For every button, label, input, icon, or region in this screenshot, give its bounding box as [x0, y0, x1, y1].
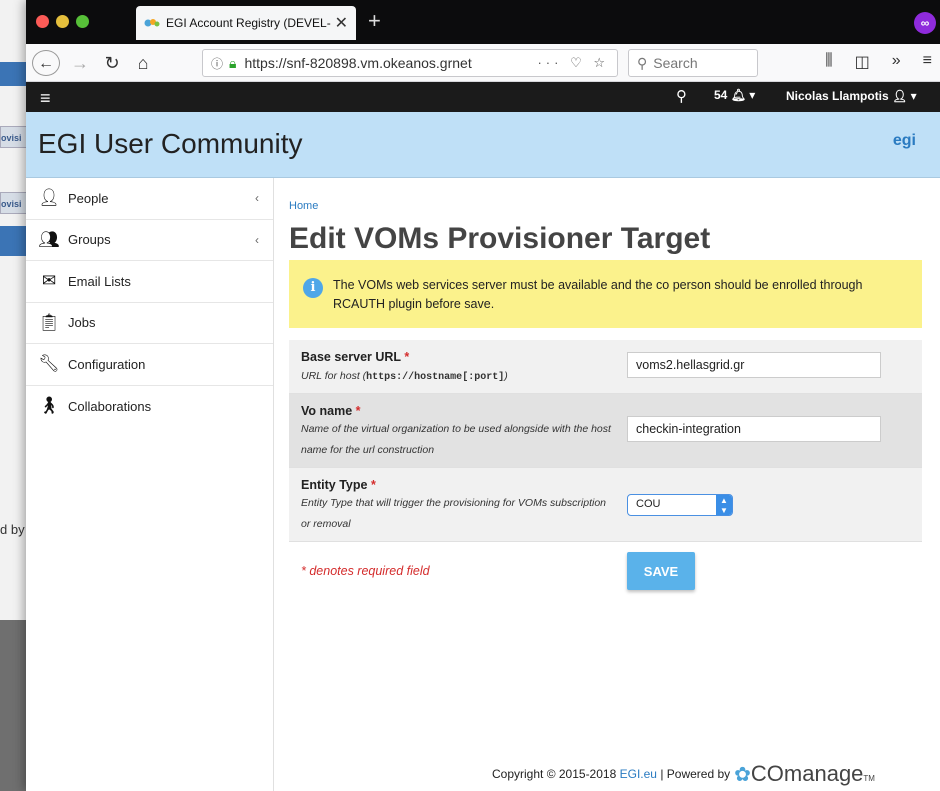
- field-label: Vo name *: [301, 404, 361, 418]
- notification-count: 54: [714, 88, 728, 102]
- sidebar-item-email-lists[interactable]: ✉ Email Lists: [26, 261, 273, 303]
- url-bar[interactable]: ⓘ 🔒︎ https://snf-820898.vm.okeanos.grnet…: [202, 49, 618, 77]
- entity-type-select[interactable]: COU ▲ ▼: [627, 494, 733, 516]
- powered-by-text: | Powered by: [660, 767, 731, 781]
- sidebar-toggle-icon[interactable]: ◫: [855, 52, 870, 72]
- sidebar-item-collaborations[interactable]: 🚶︎ Collaborations: [26, 386, 273, 428]
- base-url-input[interactable]: voms2.hellasgrid.gr: [627, 352, 881, 378]
- breadcrumb-home[interactable]: Home: [289, 200, 318, 212]
- app-search-icon[interactable]: ⚲: [676, 87, 687, 105]
- window-maximize-button[interactable]: [76, 15, 89, 28]
- vo-name-input[interactable]: checkin-integration: [627, 416, 881, 442]
- background-text: d by: [0, 522, 25, 537]
- site-info-icon[interactable]: ⓘ: [211, 55, 223, 72]
- sidebar: 👤︎ People ‹ 👥︎ Groups ‹ ✉ Email Lists 📋︎…: [26, 178, 274, 791]
- entity-type-value: COU: [636, 498, 661, 510]
- select-arrows-icon: ▲ ▼: [716, 495, 732, 515]
- wrench-icon: 🔧︎: [38, 354, 60, 374]
- reload-button[interactable]: ↻: [102, 50, 122, 76]
- field-label: Entity Type *: [301, 478, 376, 492]
- page-actions[interactable]: ··· ♡ ☆: [537, 55, 609, 71]
- tab-bar: EGI Account Registry (DEVEL-3 ✕ + ∞: [26, 0, 940, 44]
- chevron-left-icon: ‹: [255, 232, 259, 247]
- browser-tools: ⫼ ◫ » ≡: [825, 52, 932, 72]
- footer: Copyright © 2015-2018 EGI.eu | Powered b…: [492, 761, 875, 787]
- search-icon: ⚲: [637, 54, 648, 71]
- app-top-bar: ≡ ⚲ 54 🔔︎ ▾ Nicolas Llampotis 👤︎ ▾: [26, 82, 940, 112]
- sidebar-item-configuration[interactable]: 🔧︎ Configuration: [26, 344, 273, 386]
- sidebar-item-label: Jobs: [68, 315, 96, 331]
- forward-button[interactable]: →: [70, 50, 90, 76]
- sidebar-item-label: Configuration: [68, 356, 146, 372]
- collaboration-icon: 🚶︎: [38, 396, 60, 416]
- window-close-button[interactable]: [36, 15, 49, 28]
- page-body: 👤︎ People ‹ 👥︎ Groups ‹ ✉ Email Lists 📋︎…: [26, 178, 940, 791]
- overflow-icon[interactable]: »: [892, 52, 901, 72]
- user-icon: 👤︎: [892, 89, 908, 103]
- main-content: Home Edit VOMs Provisioner Target i The …: [289, 178, 922, 791]
- private-browsing-icon: ∞: [914, 12, 936, 34]
- tab-close-icon[interactable]: ✕: [335, 13, 348, 33]
- info-alert: i The VOMs web services server must be a…: [289, 260, 922, 328]
- field-entity-type: Entity Type * Entity Type that will trig…: [289, 468, 922, 542]
- sidebar-item-label: Email Lists: [68, 273, 131, 289]
- field-vo-name: Vo name * Name of the virtual organizati…: [289, 394, 922, 468]
- comanage-favicon-icon: [144, 19, 160, 27]
- info-icon: i: [303, 278, 323, 298]
- egi-logo: egi: [892, 132, 916, 149]
- sidebar-item-label: People: [68, 190, 109, 206]
- alert-text: The VOMs web services server must be ava…: [333, 278, 863, 311]
- search-placeholder: Search: [653, 55, 698, 71]
- url-text[interactable]: https://snf-820898.vm.okeanos.grnet: [244, 55, 537, 71]
- community-title: EGI User Community: [38, 128, 303, 159]
- window-minimize-button[interactable]: [56, 15, 69, 28]
- email-icon: ✉: [41, 271, 57, 291]
- tab-title: EGI Account Registry (DEVEL-3: [166, 16, 331, 30]
- back-button[interactable]: ←: [32, 50, 60, 76]
- page-title: Edit VOMs Provisioner Target: [289, 222, 711, 255]
- required-field-note: * denotes required field: [301, 564, 430, 578]
- browser-search-input[interactable]: ⚲ Search: [628, 49, 758, 77]
- library-icon[interactable]: ⫼: [825, 52, 832, 72]
- user-name: Nicolas Llampotis: [786, 89, 889, 103]
- comanage-logo[interactable]: ✿COmanageTM: [734, 761, 875, 787]
- lock-icon: 🔒︎: [229, 54, 237, 71]
- sidebar-item-label: Collaborations: [68, 398, 152, 414]
- comanage-people-icon: ✿: [734, 764, 751, 786]
- person-icon: 👤︎: [38, 188, 60, 208]
- hamburger-menu-icon[interactable]: ≡: [40, 88, 51, 109]
- field-description: URL for host (https://hostname[:port]): [301, 370, 508, 383]
- field-label: Base server URL *: [301, 350, 410, 364]
- user-menu-button[interactable]: Nicolas Llampotis 👤︎ ▾: [786, 89, 917, 103]
- copyright-text: Copyright © 2015-2018: [492, 767, 617, 781]
- new-tab-button[interactable]: +: [368, 8, 381, 34]
- clipboard-icon: 📋︎: [38, 312, 60, 332]
- sidebar-item-groups[interactable]: 👥︎ Groups ‹: [26, 220, 273, 261]
- browser-window: EGI Account Registry (DEVEL-3 ✕ + ∞ ← → …: [26, 0, 940, 791]
- notifications-button[interactable]: 54 🔔︎ ▾: [714, 88, 755, 102]
- browser-tab[interactable]: EGI Account Registry (DEVEL-3 ✕: [136, 6, 356, 40]
- menu-icon[interactable]: ≡: [923, 52, 932, 72]
- egi-link[interactable]: EGI.eu: [620, 767, 657, 781]
- provisioner-form: Base server URL * URL for host (https://…: [289, 340, 922, 590]
- navigation-bar: ← → ↻ ⌂ ⓘ 🔒︎ https://snf-820898.vm.okean…: [26, 44, 940, 82]
- community-header: EGI User Community egi: [26, 112, 940, 178]
- sidebar-item-people[interactable]: 👤︎ People ‹: [26, 178, 273, 220]
- bell-icon: 🔔︎: [730, 88, 746, 102]
- save-button[interactable]: SAVE: [627, 552, 695, 590]
- group-icon: 👥︎: [38, 229, 60, 249]
- field-description: Name of the virtual organization to be u…: [301, 423, 611, 456]
- chevron-left-icon: ‹: [255, 191, 259, 206]
- sidebar-item-label: Groups: [68, 232, 111, 248]
- field-base-url: Base server URL * URL for host (https://…: [289, 340, 922, 394]
- sidebar-item-jobs[interactable]: 📋︎ Jobs: [26, 303, 273, 344]
- field-description: Entity Type that will trigger the provis…: [301, 497, 607, 530]
- home-icon[interactable]: ⌂: [132, 50, 154, 76]
